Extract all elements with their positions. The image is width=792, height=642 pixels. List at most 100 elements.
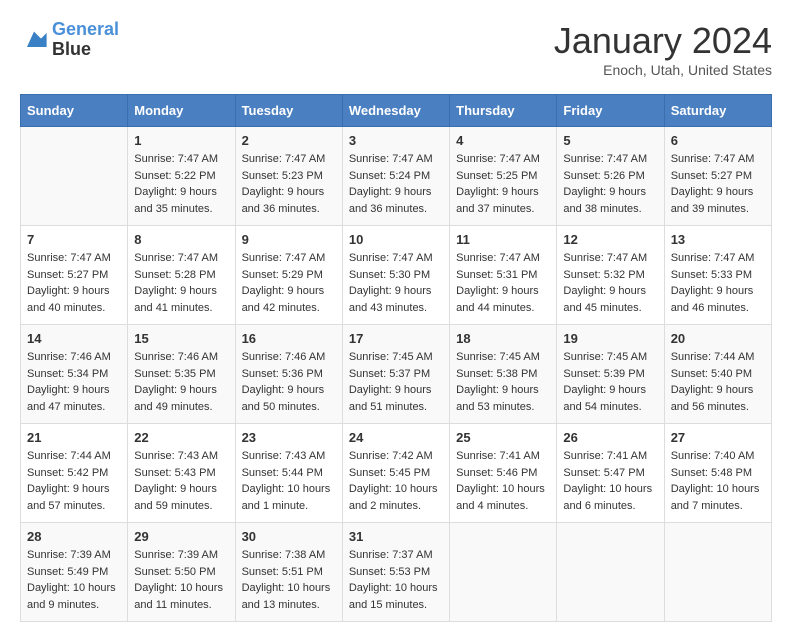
- logo: General Blue: [20, 20, 119, 60]
- day-number: 3: [349, 133, 443, 148]
- sunset-text: Sunset: 5:40 PM: [671, 368, 752, 380]
- day-number: 29: [134, 529, 228, 544]
- sunrise-text: Sunrise: 7:44 AM: [27, 450, 111, 462]
- daylight-text: Daylight: 9 hours and 37 minutes.: [456, 186, 539, 215]
- day-number: 28: [27, 529, 121, 544]
- calendar-body: 1Sunrise: 7:47 AMSunset: 5:22 PMDaylight…: [21, 127, 772, 622]
- sunset-text: Sunset: 5:51 PM: [242, 566, 323, 578]
- daylight-text: Daylight: 10 hours and 2 minutes.: [349, 483, 438, 512]
- day-info: Sunrise: 7:47 AMSunset: 5:29 PMDaylight:…: [242, 250, 336, 316]
- sunrise-text: Sunrise: 7:43 AM: [134, 450, 218, 462]
- calendar-cell: 19Sunrise: 7:45 AMSunset: 5:39 PMDayligh…: [557, 325, 664, 424]
- day-number: 18: [456, 331, 550, 346]
- header-row: SundayMondayTuesdayWednesdayThursdayFrid…: [21, 95, 772, 127]
- calendar-cell: 20Sunrise: 7:44 AMSunset: 5:40 PMDayligh…: [664, 325, 771, 424]
- day-info: Sunrise: 7:47 AMSunset: 5:26 PMDaylight:…: [563, 151, 657, 217]
- calendar-cell: 14Sunrise: 7:46 AMSunset: 5:34 PMDayligh…: [21, 325, 128, 424]
- calendar-cell: 13Sunrise: 7:47 AMSunset: 5:33 PMDayligh…: [664, 226, 771, 325]
- calendar-cell: 21Sunrise: 7:44 AMSunset: 5:42 PMDayligh…: [21, 424, 128, 523]
- sunrise-text: Sunrise: 7:46 AM: [242, 351, 326, 363]
- daylight-text: Daylight: 10 hours and 4 minutes.: [456, 483, 545, 512]
- header-day: Friday: [557, 95, 664, 127]
- day-info: Sunrise: 7:47 AM Sunset: 5:31 PM Daylight:…: [456, 250, 550, 316]
- sunrise-text: Sunrise: 7:46 AM: [27, 351, 111, 363]
- sunset-text: Sunset: 5:23 PM: [242, 170, 323, 182]
- header-day: Tuesday: [235, 95, 342, 127]
- sunrise-text: Sunrise: 7:47 AM: [27, 252, 111, 264]
- page-header: General Blue January 2024 Enoch, Utah, U…: [20, 20, 772, 78]
- sunset-text: Sunset: 5:36 PM: [242, 368, 323, 380]
- day-info: Sunrise: 7:47 AMSunset: 5:30 PMDaylight:…: [349, 250, 443, 316]
- day-number: 27: [671, 430, 765, 445]
- sunrise-text: Sunrise: 7:47 AM: [134, 252, 218, 264]
- sunset-text: Sunset: 5:49 PM: [27, 566, 108, 578]
- sunset-text: Sunset: 5:33 PM: [671, 269, 752, 281]
- calendar-cell: 10Sunrise: 7:47 AMSunset: 5:30 PMDayligh…: [342, 226, 449, 325]
- sunrise-text: Sunrise: 7:39 AM: [134, 549, 218, 561]
- sunset-text: Sunset: 5:44 PM: [242, 467, 323, 479]
- sunset-text: Sunset: 5:31 PM: [456, 269, 537, 281]
- day-info: Sunrise: 7:44 AM Sunset: 5:42 PM Daylight:…: [27, 448, 121, 514]
- sunrise-text: Sunrise: 7:39 AM: [27, 549, 111, 561]
- day-info: Sunrise: 7:39 AMSunset: 5:49 PMDaylight:…: [27, 547, 121, 613]
- calendar-cell: 26Sunrise: 7:41 AMSunset: 5:47 PMDayligh…: [557, 424, 664, 523]
- calendar-cell: 25Sunrise: 7:41 AMSunset: 5:46 PMDayligh…: [450, 424, 557, 523]
- sunrise-text: Sunrise: 7:47 AM: [349, 252, 433, 264]
- day-info: Sunrise: 7:47 AMSunset: 5:28 PMDaylight:…: [134, 250, 228, 316]
- calendar-cell: 11 Sunrise: 7:47 AM Sunset: 5:31 PM Dayligh…: [450, 226, 557, 325]
- sunset-text: Sunset: 5:46 PM: [456, 467, 537, 479]
- sunset-text: Sunset: 5:38 PM: [456, 368, 537, 380]
- calendar-cell: 17Sunrise: 7:45 AMSunset: 5:37 PMDayligh…: [342, 325, 449, 424]
- day-number: 1: [134, 133, 228, 148]
- calendar-week-row: 14Sunrise: 7:46 AMSunset: 5:34 PMDayligh…: [21, 325, 772, 424]
- day-number: 31: [349, 529, 443, 544]
- daylight-text: Daylight: 9 hours and 44 minutes.: [456, 285, 539, 314]
- day-info: Sunrise: 7:47 AMSunset: 5:27 PMDaylight:…: [27, 250, 121, 316]
- calendar-week-row: 28Sunrise: 7:39 AMSunset: 5:49 PMDayligh…: [21, 523, 772, 622]
- sunrise-text: Sunrise: 7:47 AM: [563, 252, 647, 264]
- calendar-cell: 15Sunrise: 7:46 AMSunset: 5:35 PMDayligh…: [128, 325, 235, 424]
- day-info: Sunrise: 7:45 AMSunset: 5:37 PMDaylight:…: [349, 349, 443, 415]
- day-number: 6: [671, 133, 765, 148]
- day-info: Sunrise: 7:45 AMSunset: 5:38 PMDaylight:…: [456, 349, 550, 415]
- daylight-text: Daylight: 9 hours and 56 minutes.: [671, 384, 754, 413]
- sunrise-text: Sunrise: 7:45 AM: [456, 351, 540, 363]
- daylight-text: Daylight: 9 hours and 49 minutes.: [134, 384, 217, 413]
- calendar-week-row: 1Sunrise: 7:47 AMSunset: 5:22 PMDaylight…: [21, 127, 772, 226]
- sunrise-text: Sunrise: 7:45 AM: [563, 351, 647, 363]
- calendar-cell: 16Sunrise: 7:46 AMSunset: 5:36 PMDayligh…: [235, 325, 342, 424]
- sunset-text: Sunset: 5:30 PM: [349, 269, 430, 281]
- sunset-text: Sunset: 5:47 PM: [563, 467, 644, 479]
- calendar-cell: 9Sunrise: 7:47 AMSunset: 5:29 PMDaylight…: [235, 226, 342, 325]
- daylight-text: Daylight: 10 hours and 7 minutes.: [671, 483, 760, 512]
- sunset-text: Sunset: 5:45 PM: [349, 467, 430, 479]
- daylight-text: Daylight: 9 hours and 50 minutes.: [242, 384, 325, 413]
- sunset-text: Sunset: 5:43 PM: [134, 467, 215, 479]
- sunrise-text: Sunrise: 7:44 AM: [671, 351, 755, 363]
- day-info: Sunrise: 7:41 AMSunset: 5:46 PMDaylight:…: [456, 448, 550, 514]
- sunrise-text: Sunrise: 7:47 AM: [456, 252, 540, 264]
- daylight-text: Daylight: 9 hours and 38 minutes.: [563, 186, 646, 215]
- sunset-text: Sunset: 5:24 PM: [349, 170, 430, 182]
- sunset-text: Sunset: 5:35 PM: [134, 368, 215, 380]
- daylight-text: Daylight: 9 hours and 46 minutes.: [671, 285, 754, 314]
- sunset-text: Sunset: 5:34 PM: [27, 368, 108, 380]
- sunset-text: Sunset: 5:42 PM: [27, 467, 108, 479]
- location-subtitle: Enoch, Utah, United States: [554, 62, 772, 78]
- calendar-table: SundayMondayTuesdayWednesdayThursdayFrid…: [20, 94, 772, 622]
- calendar-cell: 22Sunrise: 7:43 AMSunset: 5:43 PMDayligh…: [128, 424, 235, 523]
- day-info: Sunrise: 7:42 AMSunset: 5:45 PMDaylight:…: [349, 448, 443, 514]
- daylight-text: Daylight: 9 hours and 57 minutes.: [27, 483, 110, 512]
- calendar-cell: 30Sunrise: 7:38 AMSunset: 5:51 PMDayligh…: [235, 523, 342, 622]
- calendar-cell: 29 Sunrise: 7:39 AMSunset: 5:50 PMDayligh…: [128, 523, 235, 622]
- daylight-text: Daylight: 9 hours and 41 minutes.: [134, 285, 217, 314]
- day-info: Sunrise: 7:37 AMSunset: 5:53 PMDaylight:…: [349, 547, 443, 613]
- sunset-text: Sunset: 5:26 PM: [563, 170, 644, 182]
- day-info: Sunrise: 7:39 AMSunset: 5:50 PMDaylight:…: [134, 547, 228, 613]
- sunrise-text: Sunrise: 7:47 AM: [242, 252, 326, 264]
- day-number: 11: [456, 232, 550, 247]
- calendar-cell: [557, 523, 664, 622]
- calendar-cell: 12Sunrise: 7:47 AMSunset: 5:32 PMDayligh…: [557, 226, 664, 325]
- sunset-text: Sunset: 5:29 PM: [242, 269, 323, 281]
- sunrise-text: Sunrise: 7:47 AM: [671, 252, 755, 264]
